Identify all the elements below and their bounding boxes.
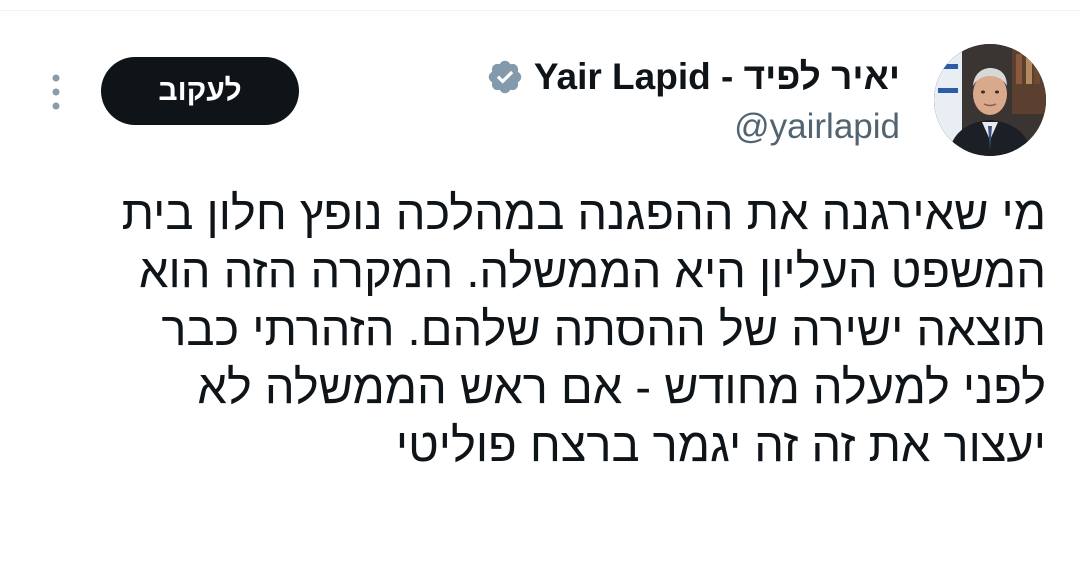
verified-badge-icon (486, 58, 524, 96)
tweet-line: המשפט העליון היא הממשלה. המקרה הזה הוא (139, 244, 1046, 297)
follow-button[interactable]: לעקוב (101, 57, 299, 125)
display-name[interactable]: יאיר לפיד - Yair Lapid (534, 53, 900, 101)
tweet-line: תוצאה ישירה של ההסתה שלהם. הזהרתי כבר (161, 302, 1046, 355)
avatar[interactable] (934, 44, 1046, 156)
author-name-row[interactable]: יאיר לפיד - Yair Lapid (486, 52, 900, 102)
tweet-line: לפני למעלה מחודש - אם ראש הממשלה לא (197, 360, 1046, 413)
avatar-photo (934, 44, 1046, 156)
author-handle[interactable]: @yairlapid (734, 104, 900, 150)
tweet-text: מי שאירגנה את ההפגנה במהלכה נופץ חלון בי… (40, 184, 1046, 474)
top-divider (0, 10, 1080, 11)
tweet-line: יעצור את זה זה יגמר ברצח פוליטי (395, 418, 1046, 471)
more-vertical-icon[interactable] (44, 70, 68, 114)
tweet-line: מי שאירגנה את ההפגנה במהלכה נופץ חלון בי… (121, 186, 1046, 239)
